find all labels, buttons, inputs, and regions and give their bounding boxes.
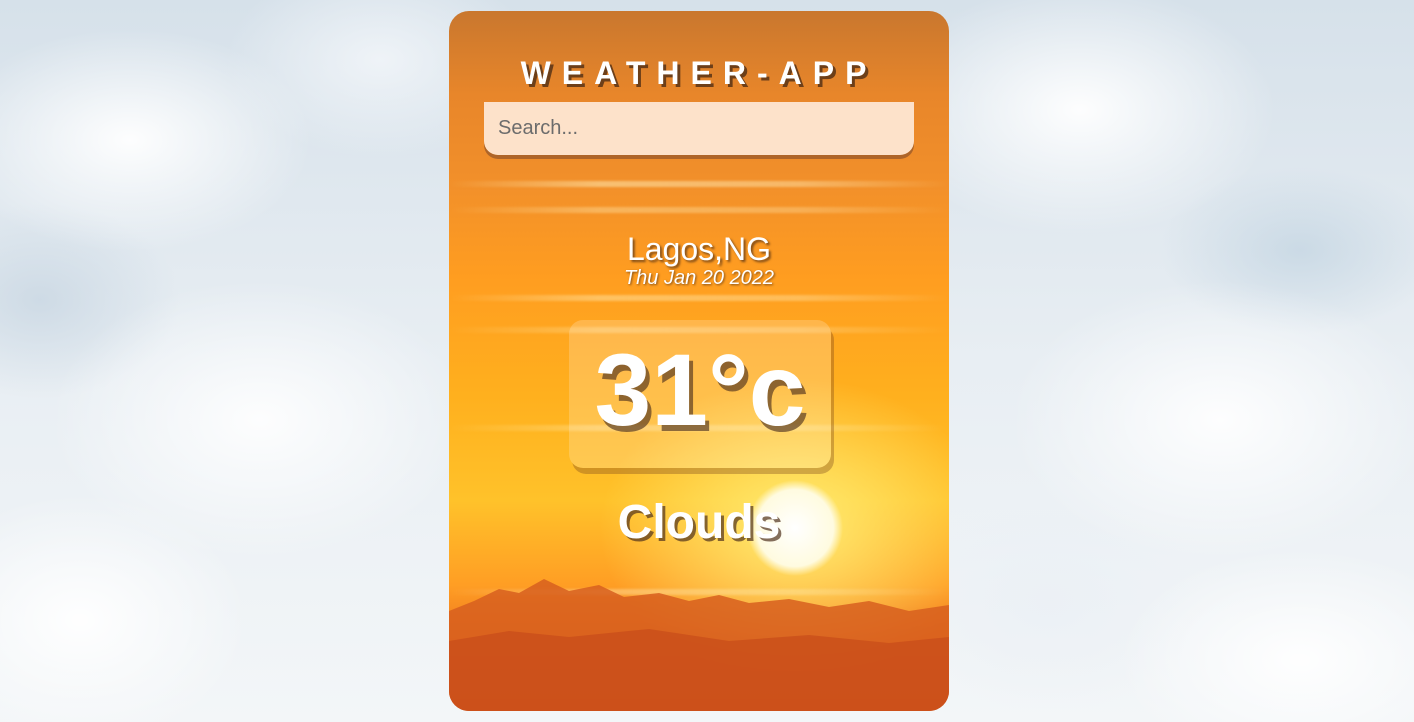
app-title: WEATHER-APP xyxy=(520,55,878,91)
sunset-cloud-streak xyxy=(449,181,949,187)
temperature-box: 31°c xyxy=(569,320,831,468)
search-input[interactable] xyxy=(484,102,914,155)
current-date: Thu Jan 20 2022 xyxy=(623,267,775,289)
weather-card: WEATHER-APP Lagos,NG Thu Jan 20 2022 31°… xyxy=(449,11,949,711)
mountain-silhouette xyxy=(449,579,949,711)
sunset-cloud-streak xyxy=(449,207,949,213)
location-name: Lagos,NG xyxy=(626,231,772,267)
weather-condition: Clouds xyxy=(617,496,781,549)
temperature-value: 31°c xyxy=(594,333,806,447)
sunset-cloud-streak xyxy=(449,295,949,301)
